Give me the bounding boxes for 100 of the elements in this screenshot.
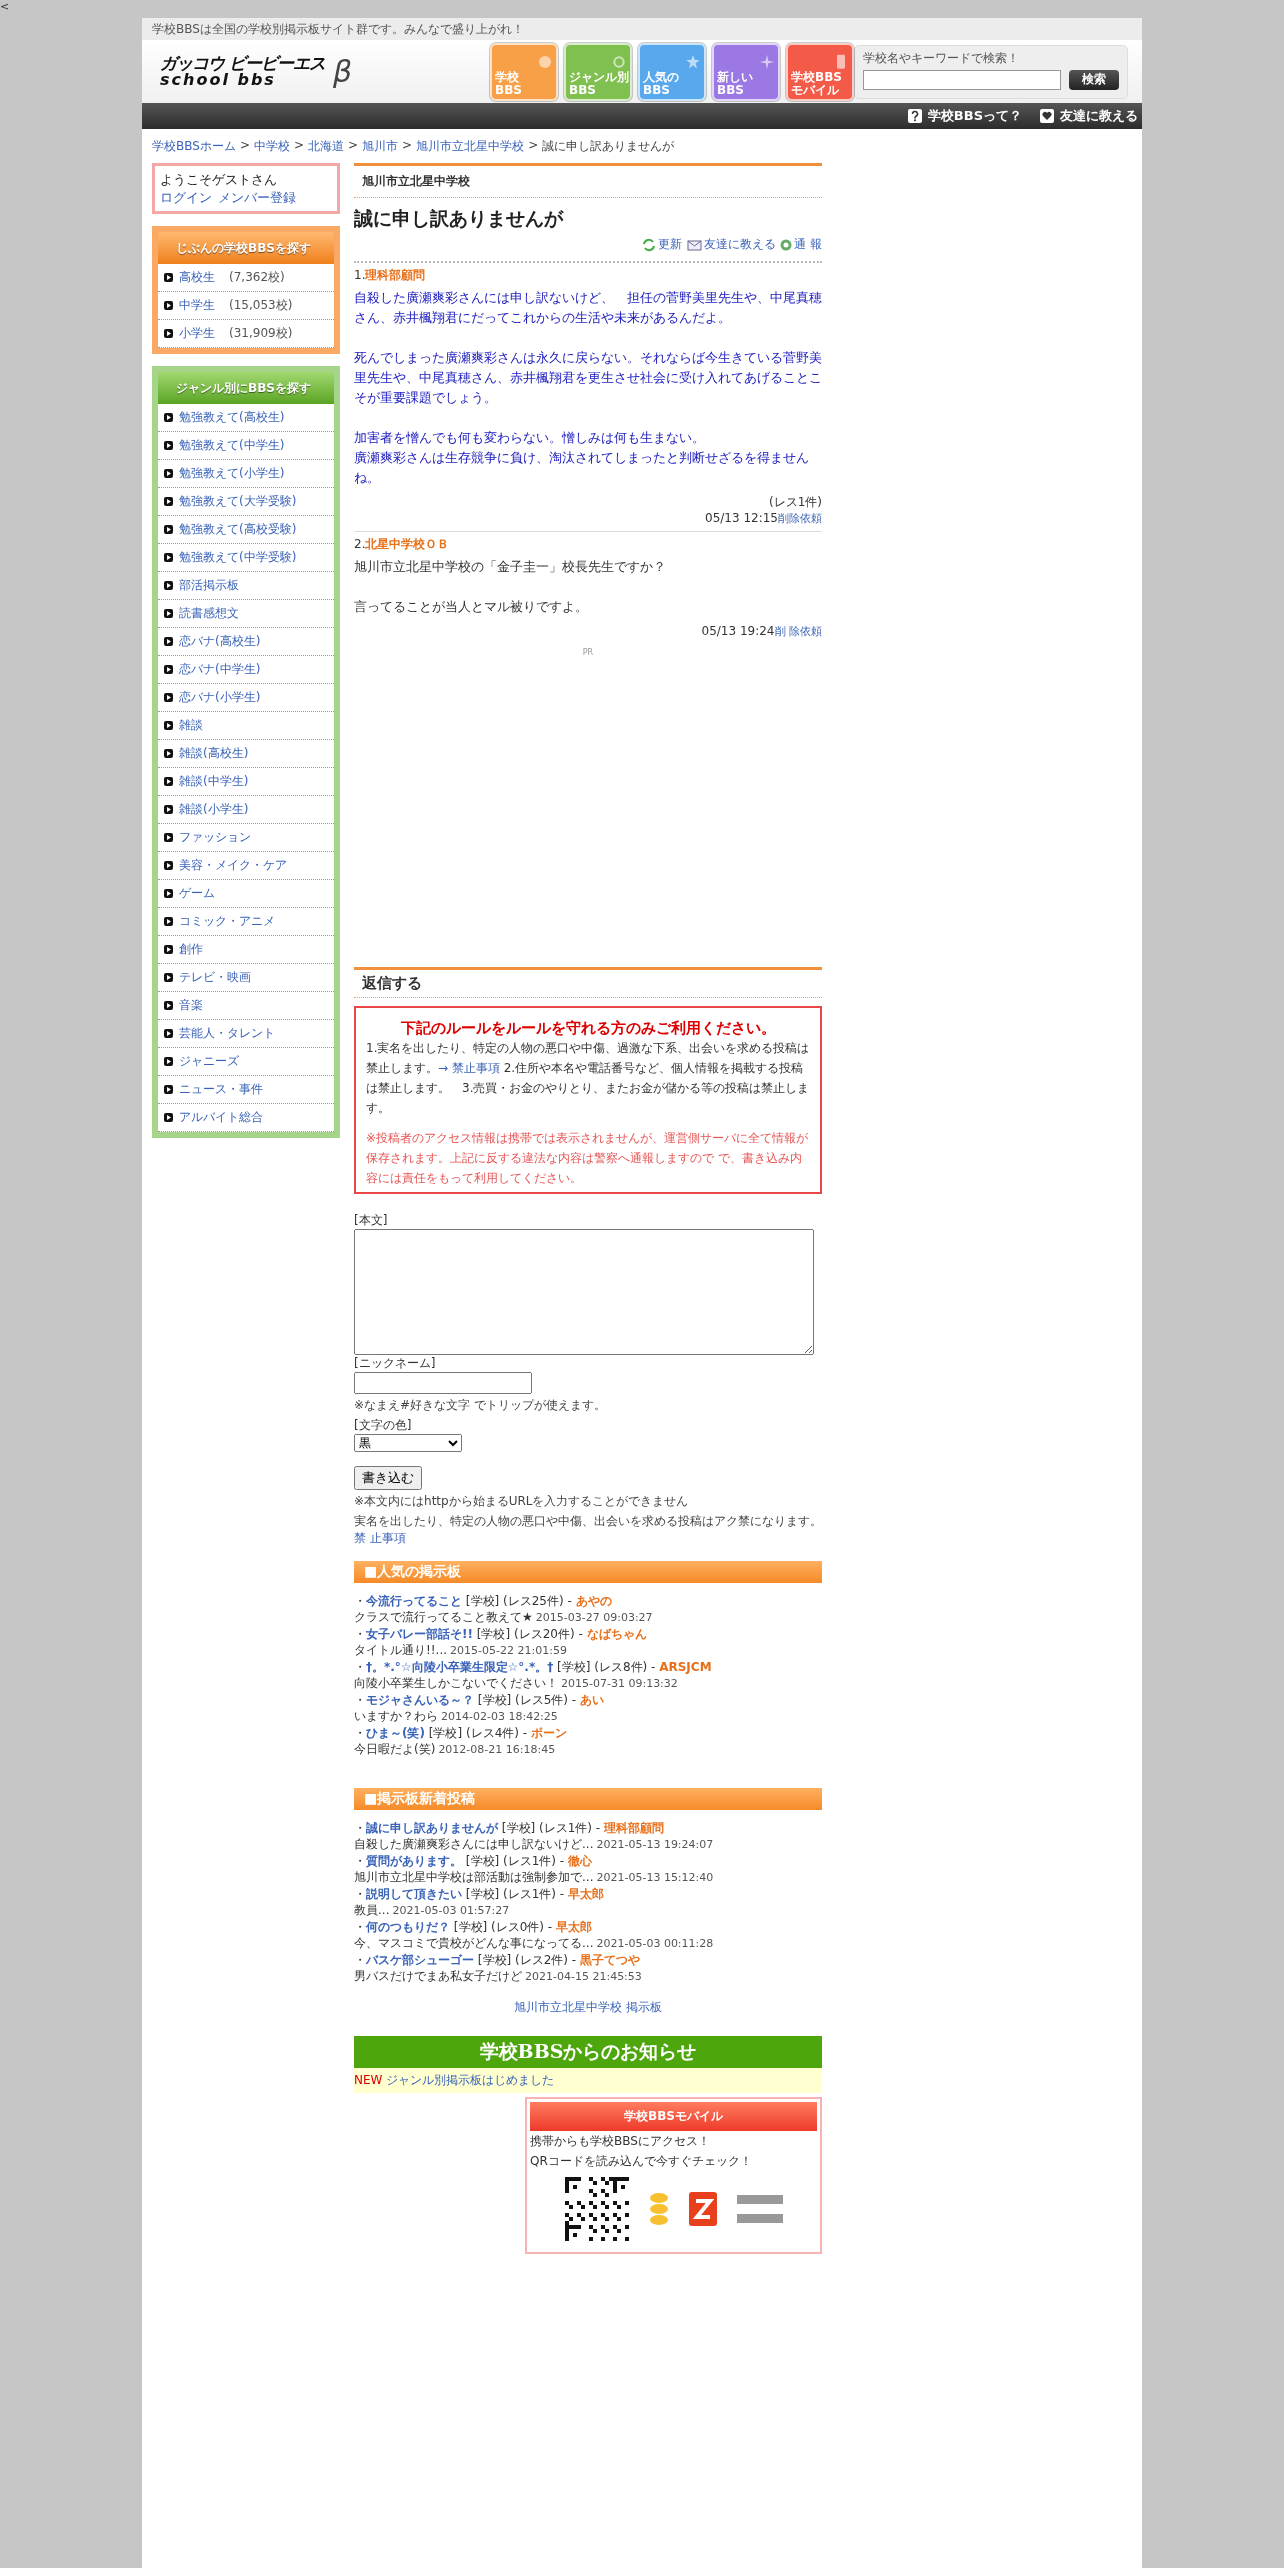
date-text: 2015-05-22 21:01:59 — [450, 1644, 567, 1657]
thread-link[interactable]: モジャさんいる～？ — [366, 1693, 474, 1707]
board-link[interactable]: 旭川市立北星中学校 掲示板 — [354, 1999, 822, 2016]
sidebar-item[interactable]: 雑談 — [158, 712, 334, 740]
rules-text: 1.実名を出したり、特定の人物の悪口や中傷、過激な下系、出会いを求める投稿は禁止します。→ 禁止事項 2.住所や本名や電話番号など、個人情報を掲載する投稿は禁止します。 3.売買・お金のやりとり、またお金が儲かる等の投稿は禁止します。 — [366, 1040, 810, 1117]
sidebar-item[interactable]: 恋バナ(高校生) — [158, 628, 334, 656]
breadcrumb-current: 誠に申し訳ありませんが — [542, 138, 675, 155]
post-date: 05/13 12:15 — [705, 511, 778, 525]
account-link[interactable]: ログイン — [160, 190, 212, 205]
sidebar-item[interactable]: テレビ・映画 — [158, 964, 334, 992]
nav-tile[interactable]: 学校BBS モバイル — [786, 42, 854, 101]
square-bullet-icon — [164, 917, 173, 926]
square-bullet-icon — [164, 301, 173, 310]
rules-heading: 下記のルールをルールを守れる方のみご利用ください。 — [399, 1018, 777, 1038]
sidebar-item[interactable]: 勉強教えて(小学生) — [158, 460, 334, 488]
thread-link[interactable]: †。*.°☆向陵小卒業生限定☆°.*。† — [366, 1660, 554, 1674]
tag-text: [学校] (レス0件) - — [452, 1920, 554, 1934]
sidebar-item[interactable]: ファッション — [158, 824, 334, 852]
excerpt-text: 男バスだけでまあ私女子だけど — [354, 1969, 522, 1983]
sidebar-item[interactable]: 部活掲示板 — [158, 572, 334, 600]
submit-button[interactable]: 書き込む — [354, 1466, 422, 1490]
breadcrumb-link[interactable]: 旭川市立北星中学校 — [416, 138, 525, 155]
body-field[interactable] — [354, 1229, 814, 1355]
sidebar-item[interactable]: 勉強教えて(大学受験) — [158, 488, 334, 516]
refresh-icon — [642, 237, 657, 252]
logo-mark: β — [332, 54, 353, 89]
thread-link[interactable]: バスケ部シューゴー — [366, 1953, 474, 1967]
author-name: 早太郎 — [568, 1887, 604, 1901]
sidebar-item[interactable]: ジャニーズ — [158, 1048, 334, 1076]
sidebar-item[interactable]: コミック・アニメ — [158, 908, 334, 936]
search-field[interactable] — [863, 69, 1061, 90]
nickname-field[interactable] — [354, 1372, 532, 1394]
tile-icon — [537, 53, 553, 70]
search-button[interactable]: 検索 — [1069, 69, 1119, 90]
thread-link[interactable]: 質問があります。 — [366, 1854, 462, 1868]
sidebar-item[interactable]: ニュース・事件 — [158, 1076, 334, 1104]
breadcrumb-link[interactable]: 旭川市 — [362, 138, 399, 155]
post-text: 旭川市立北星中学校の「金子圭一」校長先生ですか？ — [354, 558, 667, 576]
sidebar-item[interactable]: 恋バナ(中学生) — [158, 656, 334, 684]
excerpt-text: 今日暇だよ(笑) — [354, 1742, 436, 1756]
bullet-text: ・ — [354, 1920, 366, 1934]
thread-action[interactable]: 友達に教える — [686, 236, 777, 253]
sidebar-item[interactable]: 高校生 (7,362校) — [158, 264, 334, 292]
square-bullet-icon — [164, 525, 173, 534]
sidebar-item[interactable]: 美容・メイク・ケア — [158, 852, 334, 880]
thread-title: 誠に申し訳ありませんが — [354, 206, 565, 231]
thread-action[interactable]: 通 報 — [780, 236, 822, 253]
thread-link[interactable]: ひま～(笑) — [366, 1726, 425, 1740]
sidebar-item[interactable]: 小学生 (31,909校) — [158, 320, 334, 348]
tag-text: [学校] (レス2件) - — [476, 1953, 578, 1967]
double-bar-icon — [736, 2193, 783, 2225]
thread-link[interactable]: 誠に申し訳ありませんが — [366, 1821, 498, 1835]
date-text: 2015-07-31 09:13:32 — [561, 1677, 678, 1690]
nav-tile[interactable]: 新しい BBS — [712, 42, 780, 101]
tile-icon — [611, 53, 627, 70]
sidebar-item[interactable]: 雑談(中学生) — [158, 768, 334, 796]
sidebar-item[interactable]: 創作 — [158, 936, 334, 964]
color-select[interactable]: 黒 — [354, 1434, 462, 1452]
breadcrumb-link[interactable]: 学校BBSホーム — [152, 138, 236, 155]
square-bullet-icon — [164, 273, 173, 282]
mobile-text: QRコードを読み込んで今すぐチェック！ — [530, 2153, 753, 2170]
sidebar-item[interactable]: 音楽 — [158, 992, 334, 1020]
sidebar-item[interactable]: 勉強教えて(中学生) — [158, 432, 334, 460]
delete-request-link[interactable]: 削除依頼 — [778, 512, 822, 525]
sidebar-item[interactable]: ゲーム — [158, 880, 334, 908]
sidebar-item[interactable]: 芸能人・タレント — [158, 1020, 334, 1048]
author-name: あやの — [575, 1594, 612, 1608]
sidebar-item[interactable]: 雑談(高校生) — [158, 740, 334, 768]
breadcrumb-link[interactable]: 中学校 — [253, 138, 290, 155]
thread-action[interactable]: 更新 — [642, 236, 683, 253]
sidebar-item[interactable]: 読書感想文 — [158, 600, 334, 628]
account-link[interactable]: メンバー登録 — [218, 190, 296, 205]
square-bullet-icon — [164, 805, 173, 814]
warning-text: ※投稿者のアクセス情報は携帯では表示されませんが、運営側サーバに全て情報が保存されます。上記に反する違法な内容は警察へ通報しますので で、書き込み内容には責任をもって利用してください。 — [366, 1130, 810, 1187]
header-link[interactable]: 友達に教える — [1040, 107, 1138, 125]
sidebar-item[interactable]: 勉強教えて(高校受験) — [158, 516, 334, 544]
delete-request-link[interactable]: 削 除依頼 — [774, 625, 822, 638]
square-bullet-icon — [164, 441, 173, 450]
sidebar-item[interactable]: 勉強教えて(中学受験) — [158, 544, 334, 572]
square-bullet-icon — [164, 1057, 173, 1066]
sidebar-item[interactable]: アルバイト総合 — [158, 1104, 334, 1132]
notice-link[interactable]: ジャンル別掲示板はじめました — [386, 2073, 555, 2087]
sidebar-item[interactable]: 恋バナ(小学生) — [158, 684, 334, 712]
square-bullet-icon — [164, 693, 173, 702]
thread-link[interactable]: 今流行ってること — [366, 1594, 462, 1608]
thread-link[interactable]: 女子バレー部話そ!! — [366, 1627, 473, 1641]
prohibited-link[interactable]: 禁 止事項 — [354, 1531, 406, 1545]
header-link[interactable]: 学校BBSって？ — [907, 107, 1022, 125]
thread-link[interactable]: 何のつもりだ？ — [366, 1920, 450, 1934]
sidebar-item[interactable]: 雑談(小学生) — [158, 796, 334, 824]
sidebar-item[interactable]: 勉強教えて(高校生) — [158, 404, 334, 432]
bullet-text: ・ — [354, 1821, 366, 1835]
breadcrumb-link[interactable]: 北海道 — [308, 138, 344, 155]
prohibited-link[interactable]: → 禁止事項 — [438, 1061, 500, 1075]
square-bullet-icon — [164, 1085, 173, 1094]
sidebar-item[interactable]: 中学生 (15,053校) — [158, 292, 334, 320]
square-bullet-icon — [164, 665, 173, 674]
thread-link[interactable]: 説明して頂きたい — [366, 1887, 462, 1901]
bullet-text: ・ — [354, 1594, 366, 1608]
url-note: ※本文内にはhttpから始まるURLを入力することができません — [354, 1493, 690, 1510]
